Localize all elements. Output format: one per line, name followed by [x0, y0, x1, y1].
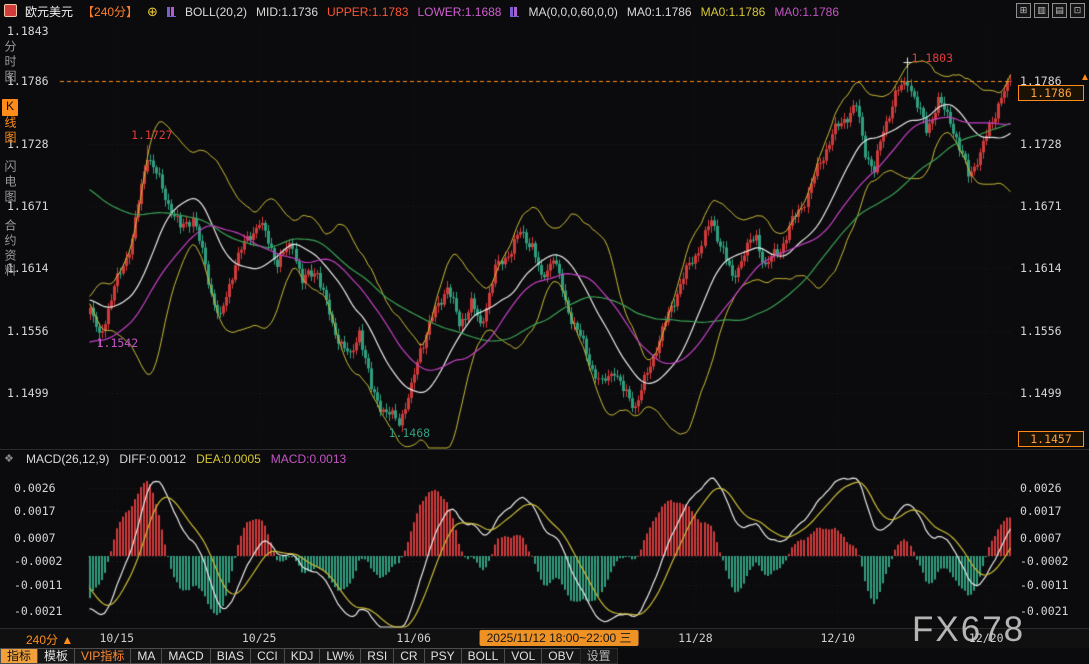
- macd-tick-left: 0.0007: [14, 531, 56, 545]
- chart-type-sidebar: 分时图 K线图闪电图合约资料: [0, 40, 21, 279]
- period-label: 【240分】: [82, 3, 138, 20]
- ma2-value: MA0:1.1786: [701, 5, 766, 19]
- boll-label: BOLL(20,2): [185, 5, 247, 19]
- macd-tick-right: 0.0026: [1020, 481, 1062, 495]
- price-tick-right: 1.1671: [1020, 199, 1062, 213]
- macd-macd-value: MACD:0.0013: [271, 452, 346, 466]
- indicator-tab-VOL[interactable]: VOL: [504, 648, 542, 664]
- price-annotation: 1.1542: [97, 336, 139, 350]
- tile-windows-icon[interactable]: ⊞: [1016, 3, 1031, 18]
- app-logo-icon[interactable]: [4, 4, 17, 17]
- date-label: 10/15: [99, 631, 134, 645]
- indicator-tab-BOLL[interactable]: BOLL: [461, 648, 506, 664]
- macd-tick-right: 0.0007: [1020, 531, 1062, 545]
- trading-app-window: 欧元美元 【240分】 ⊕ BOLL(20,2) MID:1.1736 UPPE…: [0, 0, 1089, 664]
- indicator-tab-MACD[interactable]: MACD: [161, 648, 210, 664]
- boll-upper-value: UPPER:1.1783: [327, 5, 408, 19]
- boll-lower-value: LOWER:1.1688: [417, 5, 501, 19]
- price-tick-right: 1.1556: [1020, 324, 1062, 338]
- price-tick-right: 1.1499: [1020, 386, 1062, 400]
- macd-header: MACD(26,12,9) DIFF:0.0012 DEA:0.0005 MAC…: [26, 452, 346, 466]
- period-selector[interactable]: 240分 ▲: [26, 631, 73, 648]
- macd-diff-value: DIFF:0.0012: [119, 452, 186, 466]
- macd-tick-right: -0.0021: [1020, 604, 1068, 618]
- indicator-tab-设置[interactable]: 设置: [580, 648, 618, 664]
- date-label: 12/10: [820, 631, 855, 645]
- macd-title: MACD(26,12,9): [26, 452, 109, 466]
- macd-tick-left: 0.0017: [14, 504, 56, 518]
- rows-window-icon[interactable]: ▤: [1052, 3, 1067, 18]
- indicator-tab-VIP指标[interactable]: VIP指标: [74, 648, 131, 664]
- pane-divider: [0, 449, 1089, 450]
- indicator-tab-模板[interactable]: 模板: [37, 648, 75, 664]
- macd-tick-right: -0.0002: [1020, 554, 1068, 568]
- price-annotation: 1.1468: [389, 426, 431, 440]
- boll-indicator-icon: [167, 7, 176, 17]
- price-tick-right: 1.1614: [1020, 261, 1062, 275]
- ma-params-label: MA(0,0,0,60,0,0): [528, 5, 617, 19]
- window-control-icons: ⊞▥▤⊡: [1016, 3, 1085, 18]
- indicator-tab-BIAS[interactable]: BIAS: [210, 648, 251, 664]
- price-tick-right: 1.1728: [1020, 137, 1062, 151]
- date-label: 11/28: [678, 631, 713, 645]
- macd-tick-right: 0.0017: [1020, 504, 1062, 518]
- indicator-toolbar: 指标模板VIP指标MAMACDBIASCCIKDJLW%RSICRPSYBOLL…: [1, 648, 618, 664]
- period-low-box: 1.1457: [1018, 431, 1084, 447]
- macd-tick-left: -0.0021: [14, 604, 62, 618]
- indicator-tab-KDJ[interactable]: KDJ: [284, 648, 321, 664]
- macd-dea-value: DEA:0.0005: [196, 452, 261, 466]
- selected-time-readout: 2025/11/12 18:00~22:00 三: [480, 630, 639, 646]
- price-annotation: 1.1727: [131, 128, 173, 142]
- sidebar-item-4[interactable]: 合约资料: [2, 219, 19, 279]
- indicator-tab-LW%[interactable]: LW%: [319, 648, 361, 664]
- add-indicator-icon[interactable]: ⊕: [147, 4, 158, 20]
- date-label: 11/06: [396, 631, 431, 645]
- drawing-tools-icon[interactable]: ❖: [4, 452, 14, 465]
- indicator-tab-RSI[interactable]: RSI: [360, 648, 394, 664]
- price-annotation: 1.1803: [911, 51, 953, 65]
- ma1-value: MA0:1.1786: [627, 5, 692, 19]
- date-label: 12/20: [969, 631, 1004, 645]
- box-window-icon[interactable]: ⊡: [1070, 3, 1085, 18]
- sidebar-item-2[interactable]: K线图: [2, 99, 19, 146]
- ma-indicator-icon: [510, 7, 519, 17]
- current-price-box: 1.1786: [1018, 85, 1084, 101]
- price-up-arrow-icon: ▲: [1080, 72, 1089, 83]
- date-label: 10/25: [242, 631, 277, 645]
- macd-tick-left: 0.0026: [14, 481, 56, 495]
- chart-window-icon[interactable]: ▥: [1034, 3, 1049, 18]
- macd-tick-right: -0.0011: [1020, 578, 1068, 592]
- indicator-tab-PSY[interactable]: PSY: [424, 648, 462, 664]
- kline-chart-canvas[interactable]: [0, 0, 1089, 648]
- time-axis: 240分 ▲ 2025/11/12 18:00~22:00 三 10/15 10/…: [0, 628, 1089, 648]
- macd-tick-left: -0.0011: [14, 578, 62, 592]
- indicator-tab-OBV[interactable]: OBV: [541, 648, 580, 664]
- indicator-tab-MA[interactable]: MA: [130, 648, 162, 664]
- price-tick-left: 1.1843: [7, 24, 49, 38]
- boll-mid-value: MID:1.1736: [256, 5, 318, 19]
- indicator-tab-指标[interactable]: 指标: [0, 648, 38, 664]
- price-tick-left: 1.1556: [7, 324, 49, 338]
- indicator-tab-CR[interactable]: CR: [393, 648, 424, 664]
- price-tick-left: 1.1499: [7, 386, 49, 400]
- macd-tick-left: -0.0002: [14, 554, 62, 568]
- active-chart-badge: K: [2, 99, 18, 116]
- sidebar-item-3[interactable]: 闪电图: [2, 160, 19, 205]
- indicator-tab-CCI[interactable]: CCI: [250, 648, 285, 664]
- indicator-header: 欧元美元 【240分】 ⊕ BOLL(20,2) MID:1.1736 UPPE…: [25, 3, 839, 20]
- symbol-name: 欧元美元: [25, 3, 73, 20]
- sidebar-item-1[interactable]: 分时图: [2, 40, 19, 85]
- ma3-value: MA0:1.1786: [774, 5, 839, 19]
